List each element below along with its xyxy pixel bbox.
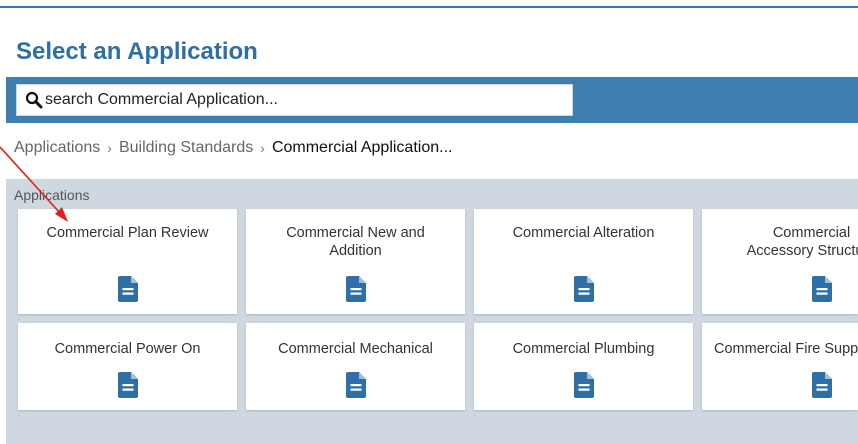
app-card-title: Commercial Fire Suppression (714, 341, 858, 357)
search-input[interactable] (45, 86, 565, 114)
document-icon (573, 372, 594, 398)
document-icon (117, 276, 138, 302)
app-card-title: Commercial Accessory Structure (746, 225, 858, 259)
app-card-commercial-new-and-addition[interactable]: Commercial New and Addition (246, 209, 465, 314)
app-card-title: Commercial Alteration (512, 225, 655, 241)
app-card-title: Commercial New and Addition (286, 225, 425, 259)
app-card-commercial-fire-suppression[interactable]: Commercial Fire Suppression (702, 323, 858, 410)
chevron-right-icon: › (107, 140, 112, 156)
breadcrumb-item-applications[interactable]: Applications (14, 139, 100, 157)
app-card-commercial-alteration[interactable]: Commercial Alteration (474, 209, 693, 314)
document-icon (812, 276, 832, 302)
search-box[interactable] (16, 84, 573, 116)
app-card-title: Commercial Power On (54, 341, 201, 357)
search-icon (25, 91, 43, 109)
search-bar (6, 77, 858, 123)
document-icon (345, 276, 366, 302)
document-icon (573, 276, 594, 302)
app-card-title: Commercial Mechanical (278, 341, 433, 357)
breadcrumb: Applications › Building Standards › Comm… (14, 139, 452, 157)
app-card-title: Commercial Plan Review (46, 225, 209, 241)
app-card-commercial-plumbing[interactable]: Commercial Plumbing (474, 323, 693, 410)
app-card-commercial-mechanical[interactable]: Commercial Mechanical (246, 323, 465, 410)
chevron-right-icon: › (260, 140, 265, 156)
document-icon (812, 372, 832, 398)
app-card-commercial-plan-review[interactable]: Commercial Plan Review (18, 209, 237, 314)
breadcrumb-item-building-standards[interactable]: Building Standards (119, 139, 253, 157)
app-card-commercial-power-on[interactable]: Commercial Power On (18, 323, 237, 410)
app-card-title: Commercial Plumbing (512, 341, 655, 357)
applications-panel: Applications Commercial Plan Review Comm… (6, 179, 858, 444)
applications-section-label: Applications (14, 187, 90, 203)
document-icon (117, 372, 138, 398)
page-title: Select an Application (16, 38, 258, 65)
document-icon (345, 372, 366, 398)
app-card-commercial-accessory-structure[interactable]: Commercial Accessory Structure (702, 209, 858, 314)
breadcrumb-item-current: Commercial Application... (271, 139, 453, 156)
top-rule (0, 6, 858, 8)
